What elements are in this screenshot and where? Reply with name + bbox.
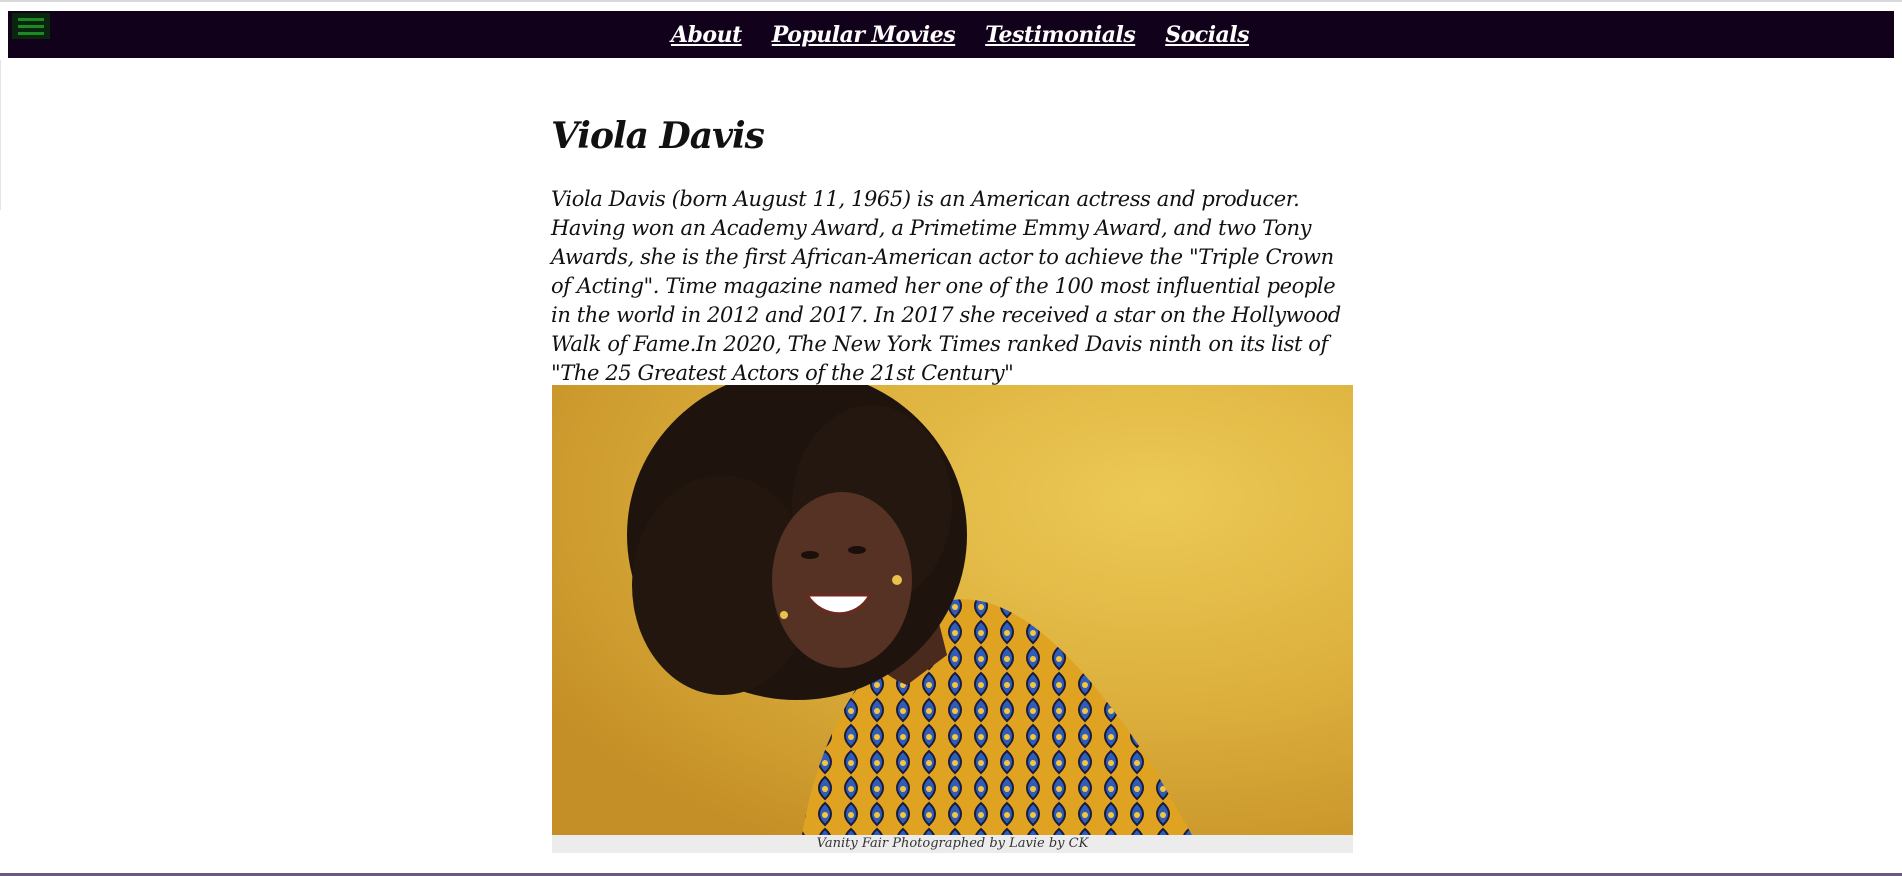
nav-link-popular-movies[interactable]: Popular Movies (772, 22, 956, 48)
portrait-illustration (552, 385, 1353, 835)
bio-paragraph: Viola Davis (born August 11, 1965) is an… (551, 187, 1341, 385)
nav-link-testimonials[interactable]: Testimonials (985, 22, 1136, 48)
nav-link-about[interactable]: About (671, 22, 742, 48)
main-content: Viola Davis Viola Davis (born August 11,… (551, 100, 1353, 388)
portrait-figure: Vanity Fair Photographed by Lavie by CK (552, 385, 1353, 853)
nav-links: About Popular Movies Testimonials Social… (8, 11, 1894, 58)
nav-link-socials[interactable]: Socials (1165, 22, 1249, 48)
page-title: Viola Davis (551, 115, 765, 157)
top-navbar: About Popular Movies Testimonials Social… (8, 11, 1894, 58)
photo-caption: Vanity Fair Photographed by Lavie by CK (552, 835, 1353, 853)
top-border (0, 0, 1902, 7)
left-edge-line (0, 60, 1, 210)
portrait-photo (552, 385, 1353, 835)
